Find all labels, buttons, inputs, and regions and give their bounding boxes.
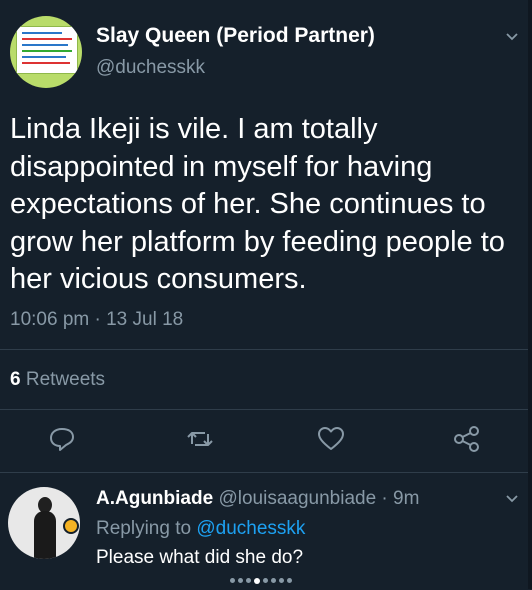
carousel-dot[interactable]: [287, 578, 292, 584]
divider: [0, 472, 532, 473]
share-icon[interactable]: [452, 424, 482, 454]
reply-text: Please what did she do?: [96, 547, 304, 568]
avatar-image: [16, 26, 78, 74]
tweet-text: Linda Ikeji is vile. I am totally disapp…: [10, 113, 505, 295]
reply-header: A.Agunbiade @louisaagunbiade · 9m: [96, 488, 419, 510]
reply-icon[interactable]: [47, 424, 77, 454]
status-badge: [63, 518, 79, 534]
scrollbar[interactable]: [528, 0, 532, 589]
avatar-image: [34, 511, 56, 559]
carousel-dot[interactable]: [246, 578, 251, 584]
author-display-name[interactable]: Slay Queen (Period Partner): [96, 24, 375, 48]
carousel-dot[interactable]: [279, 578, 284, 584]
reply-author-handle[interactable]: @louisaagunbiade: [218, 488, 376, 509]
author-handle[interactable]: @duchesskk: [96, 57, 205, 79]
replying-to-handle[interactable]: @duchesskk: [196, 518, 305, 539]
reply-author-name[interactable]: A.Agunbiade: [96, 488, 213, 509]
tweet-timestamp: 10:06 pm · 13 Jul 18: [10, 309, 184, 330]
retweet-count[interactable]: 6 Retweets: [10, 369, 105, 391]
author-avatar[interactable]: [10, 16, 82, 88]
retweet-count-number: 6: [10, 369, 21, 390]
chevron-down-icon[interactable]: [505, 492, 519, 506]
divider: [0, 409, 532, 410]
replying-to: Replying to @duchesskk: [96, 518, 305, 540]
carousel-dot[interactable]: [254, 577, 260, 584]
carousel-dot[interactable]: [271, 578, 276, 584]
reply-time: · 9m: [381, 488, 420, 509]
carousel-dot[interactable]: [263, 578, 268, 584]
retweet-icon[interactable]: [185, 424, 215, 454]
replying-to-prefix: Replying to: [96, 518, 192, 539]
chevron-down-icon[interactable]: [505, 30, 519, 44]
like-icon[interactable]: [316, 424, 346, 454]
divider: [0, 349, 532, 350]
carousel-indicator[interactable]: [230, 572, 295, 584]
carousel-dot[interactable]: [238, 578, 243, 584]
carousel-dot[interactable]: [230, 578, 235, 584]
retweet-count-label: Retweets: [25, 369, 106, 390]
